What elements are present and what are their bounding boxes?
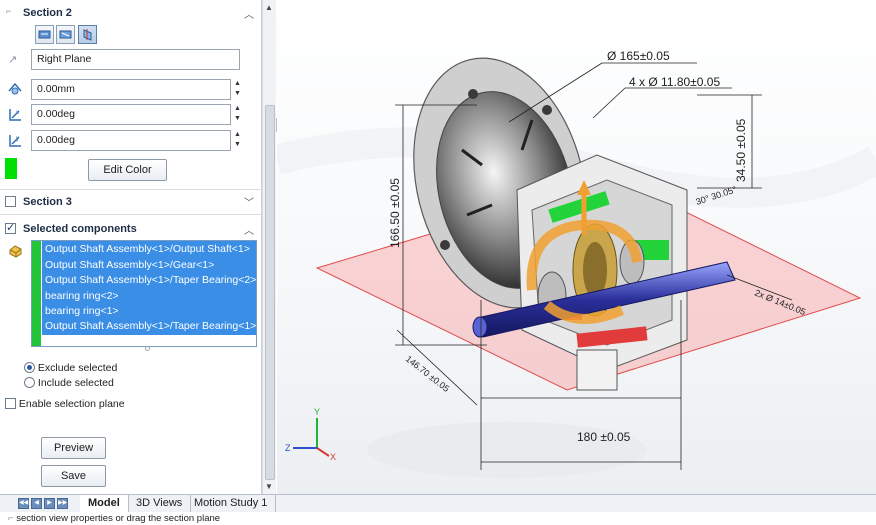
list-item[interactable]: Output Shaft Assembly<1>/Gear<1> bbox=[45, 258, 214, 273]
list-item[interactable]: bearing ring<1> bbox=[45, 304, 119, 319]
exclude-selected-option[interactable]: Exclude selected bbox=[24, 362, 117, 374]
rotation-y-field[interactable]: 0.00deg bbox=[31, 130, 231, 151]
dim-166-50-label: 166.50 ±0.05 bbox=[388, 178, 402, 248]
offset-distance-icon bbox=[8, 82, 22, 95]
status-text: section view properties or drag the sect… bbox=[16, 513, 221, 524]
rotate-y-icon: y bbox=[9, 135, 21, 147]
enable-plane-checkbox[interactable] bbox=[5, 398, 16, 409]
section2-header[interactable]: ⌐ Section 2 ︿ bbox=[0, 2, 262, 24]
enable-plane-label: Enable selection plane bbox=[18, 398, 125, 410]
selected-components-list[interactable]: Output Shaft Assembly<1>/Output Shaft<1>… bbox=[31, 240, 257, 347]
tab-3d-views[interactable]: 3D Views bbox=[128, 495, 192, 512]
dim-180-label: 180 ±0.05 bbox=[577, 430, 631, 444]
triad-z-label: Z bbox=[285, 443, 291, 453]
flip-plane-icon bbox=[83, 29, 92, 41]
graphics-viewport[interactable]: Ø 165±0.05 4 x Ø 11.80±0.05 34.50 ±0.05 … bbox=[277, 0, 876, 494]
first-tab-icon[interactable]: ◀◀ bbox=[18, 498, 29, 509]
list-item[interactable]: Output Shaft Assembly<1>/Taper Bearing<2… bbox=[45, 273, 256, 288]
next-tab-icon[interactable]: ▶ bbox=[44, 498, 55, 509]
components-icon bbox=[9, 245, 22, 258]
section-color-swatch bbox=[5, 158, 17, 179]
svg-text:y: y bbox=[16, 136, 19, 142]
panel-scrollbar[interactable]: ▲ ▼ bbox=[262, 0, 276, 494]
rotation-y-spinner[interactable]: ▲ ▼ bbox=[233, 130, 242, 151]
preview-button[interactable]: Preview bbox=[41, 437, 106, 459]
offset-spinner[interactable]: ▲ ▼ bbox=[233, 79, 242, 100]
flip-side-button[interactable] bbox=[78, 25, 97, 44]
chevron-down-icon[interactable]: ﹀ bbox=[244, 194, 254, 209]
collapse-marker-icon: ⌐ bbox=[6, 6, 12, 16]
last-tab-icon[interactable]: ▶▶ bbox=[57, 498, 68, 509]
divider bbox=[0, 189, 262, 190]
tab-motion-study[interactable]: Motion Study 1 bbox=[186, 495, 277, 512]
selection-color-bar bbox=[32, 241, 41, 346]
property-manager-panel: ⌐ Section 2 ︿ ↗ Right Plane 0.00mm ▲ ▼ x … bbox=[0, 0, 262, 494]
list-item[interactable]: Output Shaft Assembly<1>/Taper Bearing<1… bbox=[45, 319, 256, 334]
dim-34-50-label: 34.50 ±0.05 bbox=[734, 118, 748, 182]
status-bar: ⌐ section view properties or drag the se… bbox=[0, 512, 876, 525]
enable-selection-plane-option[interactable]: Enable selection plane bbox=[5, 398, 125, 410]
scroll-down-arrow-icon[interactable]: ▼ bbox=[265, 482, 273, 491]
include-label: Include selected bbox=[37, 377, 114, 389]
selected-components-header[interactable]: Selected components ︿ bbox=[0, 218, 262, 240]
edit-color-button[interactable]: Edit Color bbox=[88, 159, 167, 181]
dim-11-80-label: 4 x Ø 11.80±0.05 bbox=[629, 75, 720, 89]
section-plane-field[interactable]: Right Plane bbox=[31, 49, 240, 70]
rotate-x-icon: x bbox=[9, 109, 21, 121]
tab-model[interactable]: Model bbox=[80, 495, 129, 512]
chevron-up-icon[interactable]: ︿ bbox=[244, 6, 254, 21]
coordinate-triad-icon: Y Z X bbox=[285, 407, 336, 462]
save-button[interactable]: Save bbox=[41, 465, 106, 487]
triad-y-label: Y bbox=[314, 407, 320, 417]
selected-components-checkbox[interactable] bbox=[5, 221, 16, 234]
selected-components-title: Selected components bbox=[23, 223, 137, 235]
list-item[interactable]: bearing ring<2> bbox=[45, 289, 119, 304]
dim-165-label: Ø 165±0.05 bbox=[607, 49, 670, 63]
section2-title: Section 2 bbox=[23, 7, 72, 19]
status-marker-icon: ⌐ bbox=[8, 513, 14, 524]
section-side-b-button[interactable] bbox=[56, 25, 75, 44]
list-resize-handle[interactable] bbox=[145, 346, 150, 351]
scrollbar-thumb[interactable] bbox=[265, 105, 275, 480]
bottom-tab-bar: ◀◀ ◀ ▶ ▶▶ Model 3D Views Motion Study 1 bbox=[0, 494, 876, 512]
triad-x-label: X bbox=[330, 452, 336, 462]
reference-plane-icon: ↗ bbox=[8, 54, 18, 66]
list-item[interactable]: Output Shaft Assembly<1>/Output Shaft<1> bbox=[45, 242, 250, 257]
chevron-up-icon[interactable]: ︿ bbox=[244, 222, 254, 237]
exclude-radio[interactable] bbox=[24, 362, 35, 373]
exclude-label: Exclude selected bbox=[37, 362, 118, 374]
scroll-up-arrow-icon[interactable]: ▲ bbox=[265, 3, 273, 12]
offset-distance-field[interactable]: 0.00mm bbox=[31, 79, 231, 100]
section3-title: Section 3 bbox=[23, 196, 72, 208]
prev-tab-icon[interactable]: ◀ bbox=[31, 498, 42, 509]
section3-header[interactable]: Section 3 ﹀ bbox=[0, 191, 262, 213]
model-drawing: Ø 165±0.05 4 x Ø 11.80±0.05 34.50 ±0.05 … bbox=[277, 49, 876, 478]
divider bbox=[0, 214, 262, 215]
svg-text:x: x bbox=[16, 110, 19, 116]
plane-side-a-icon bbox=[38, 30, 51, 39]
plane-side-b-icon bbox=[59, 30, 72, 39]
section-side-a-button[interactable] bbox=[35, 25, 54, 44]
include-radio[interactable] bbox=[24, 377, 35, 388]
rotation-x-field[interactable]: 0.00deg bbox=[31, 104, 231, 125]
rotation-x-spinner[interactable]: ▲ ▼ bbox=[233, 104, 242, 125]
include-selected-option[interactable]: Include selected bbox=[24, 377, 114, 389]
section3-checkbox[interactable] bbox=[5, 196, 16, 207]
